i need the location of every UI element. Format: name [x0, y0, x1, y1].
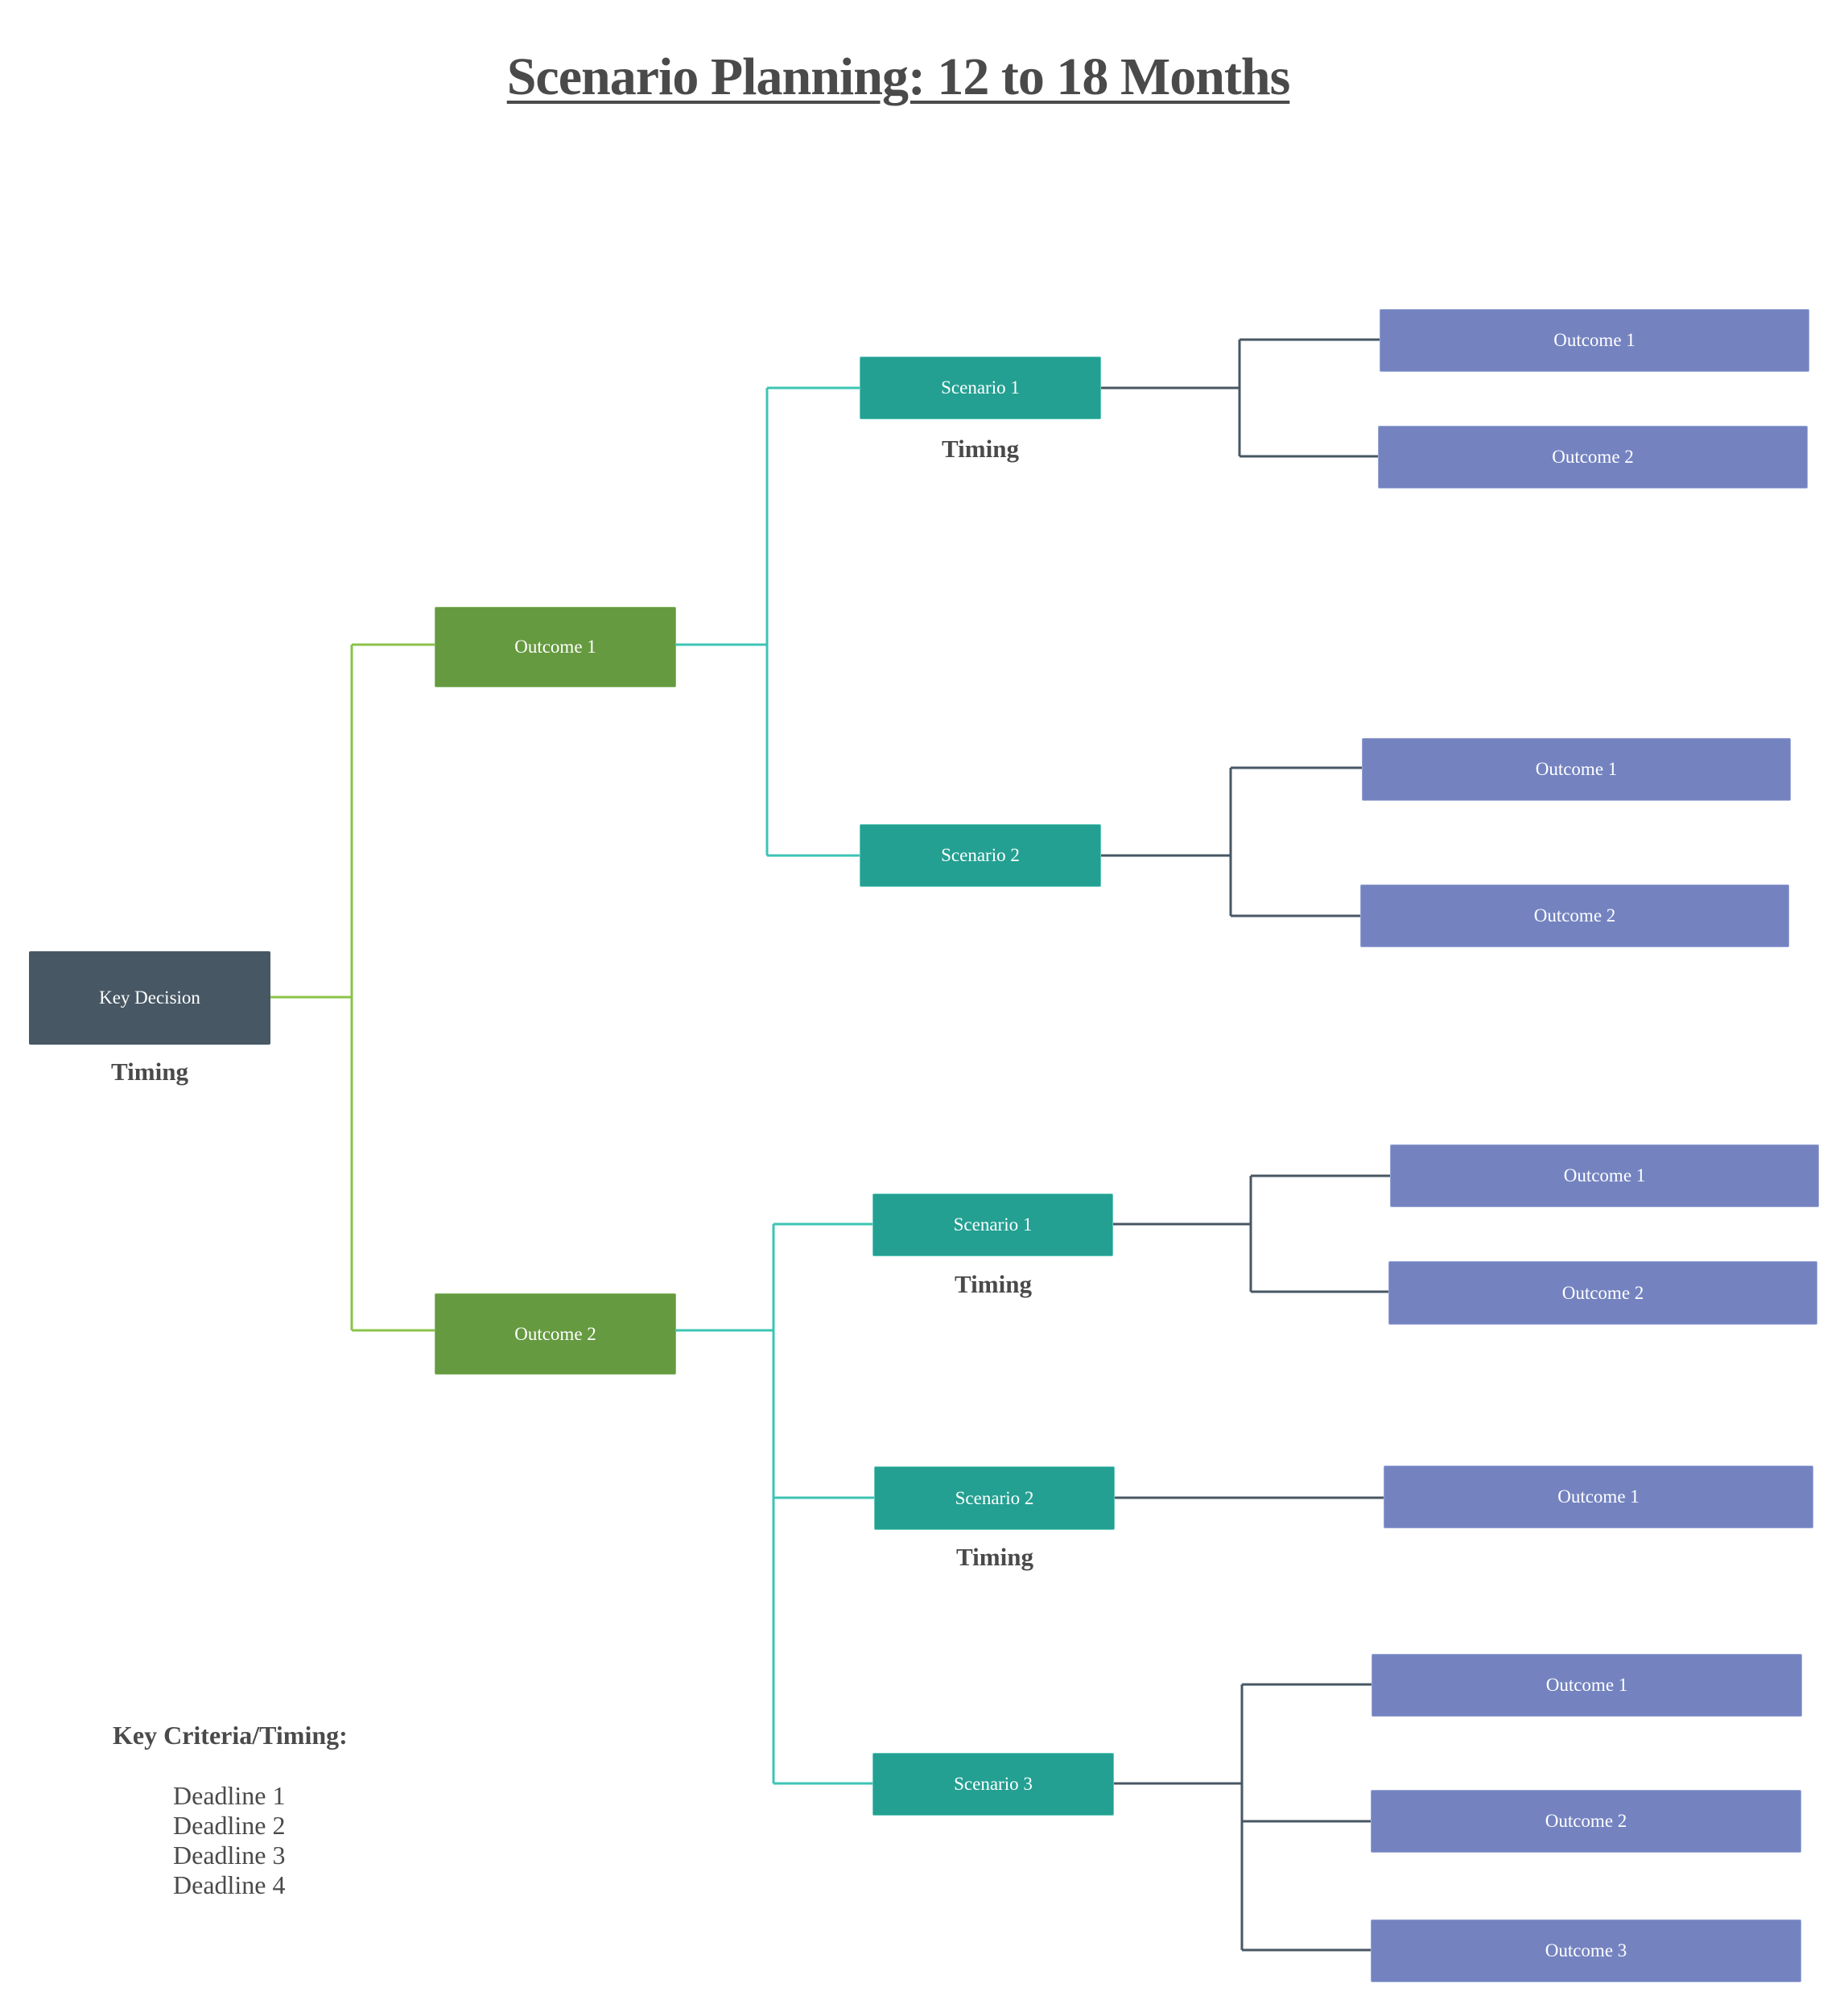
o2-scenario-3-node[interactable]: Scenario 3	[872, 1753, 1114, 1816]
o1-scenario-2-node[interactable]: Scenario 2	[860, 824, 1101, 887]
o1-scenario-1-node[interactable]: Scenario 1	[860, 357, 1101, 419]
connector-o2s3-outcomes	[1114, 1683, 1372, 1952]
outcome-1-node[interactable]: Outcome 1	[435, 607, 676, 687]
deadline-item: Deadline 4	[173, 1870, 286, 1899]
o1s1-outcome-2-node[interactable]: Outcome 2	[1378, 426, 1808, 489]
deadline-item: Deadline 2	[173, 1811, 286, 1840]
outcome-2-node[interactable]: Outcome 2	[435, 1293, 676, 1375]
connector-o1s2-outcomes	[1101, 766, 1362, 917]
o1s2-outcome-1-node[interactable]: Outcome 1	[1362, 738, 1791, 801]
o2-scenario-2-node[interactable]: Scenario 2	[874, 1466, 1115, 1530]
key-decision-node[interactable]: Key Decision	[29, 951, 270, 1045]
key-criteria-heading: Key Criteria/Timing:	[113, 1721, 348, 1750]
deadline-item: Deadline 3	[173, 1841, 286, 1870]
o2s1-outcome-1-node[interactable]: Outcome 1	[1390, 1144, 1819, 1207]
o2s3-outcome-3-node[interactable]: Outcome 3	[1371, 1919, 1801, 1982]
key-decision-timing: Timing	[111, 1058, 188, 1086]
o2s1-outcome-2-node[interactable]: Outcome 2	[1388, 1261, 1817, 1325]
o1-scenario-1-timing: Timing	[942, 435, 1019, 463]
o2s3-outcome-1-node[interactable]: Outcome 1	[1372, 1654, 1802, 1717]
o2s2-outcome-1-node[interactable]: Outcome 1	[1384, 1466, 1813, 1528]
connector-o1s1-outcomes	[1101, 338, 1380, 458]
o2-scenario-1-timing: Timing	[955, 1270, 1032, 1298]
o2-scenario-2-timing: Timing	[956, 1543, 1033, 1571]
o2-scenario-1-node[interactable]: Scenario 1	[872, 1194, 1113, 1256]
o1s1-outcome-1-node[interactable]: Outcome 1	[1380, 309, 1809, 372]
deadline-item: Deadline 1	[173, 1781, 286, 1810]
o1s2-outcome-2-node[interactable]: Outcome 2	[1360, 884, 1789, 947]
deadline-list: Deadline 1 Deadline 2 Deadline 3 Deadlin…	[173, 1781, 286, 1900]
o2s3-outcome-2-node[interactable]: Outcome 2	[1371, 1790, 1801, 1853]
connector-o2s1-outcomes	[1113, 1174, 1390, 1293]
